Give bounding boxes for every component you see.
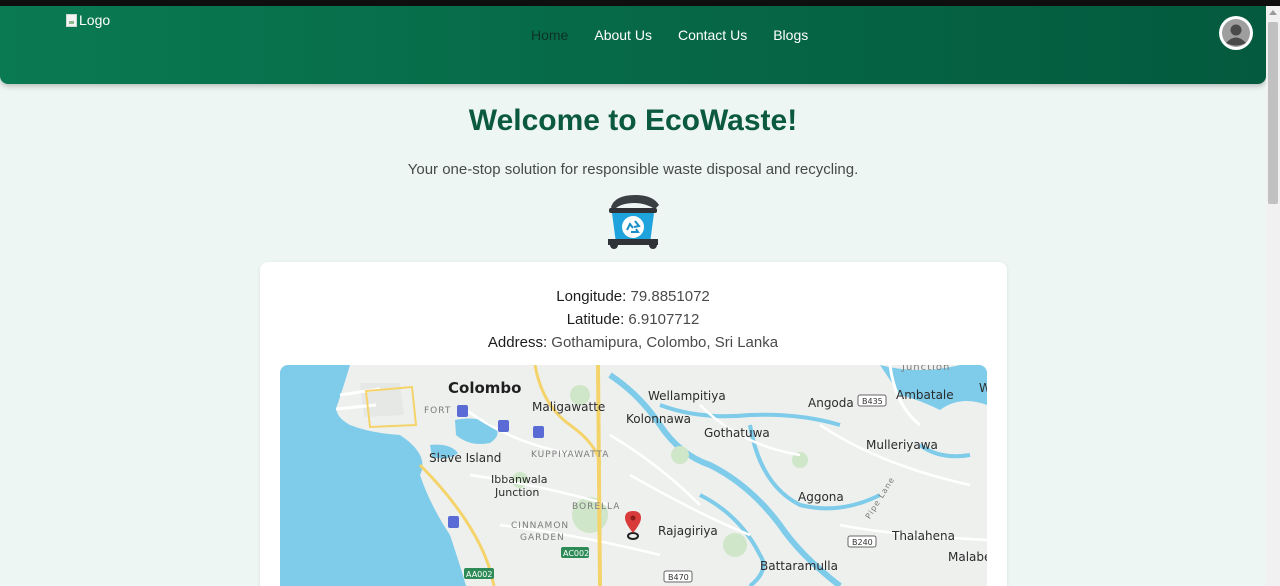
svg-text:AC002: AC002 bbox=[563, 549, 589, 558]
page-title: Welcome to EcoWaste! bbox=[468, 104, 798, 137]
map-label-fort: FORT bbox=[424, 406, 451, 416]
map-label-junction: Junction bbox=[901, 365, 950, 373]
address-value: Gothamipura, Colombo, Sri Lanka bbox=[551, 334, 779, 351]
svg-text:B470: B470 bbox=[668, 573, 689, 582]
map-label-gothatuwa: Gothatuwa bbox=[704, 426, 770, 440]
map-label-rajagiriya: Rajagiriya bbox=[658, 524, 718, 538]
road-shield-ac002: AC002 bbox=[561, 547, 589, 558]
location-map[interactable]: Colombo FORT Maligawatte Wellampitiya Ko… bbox=[280, 365, 987, 586]
svg-text:B435: B435 bbox=[862, 397, 883, 406]
road-shield-b435: B435 bbox=[857, 394, 887, 407]
longitude-row: Longitude: 79.8851072 bbox=[0, 285, 1266, 308]
map-label-aggona: Aggona bbox=[798, 490, 844, 504]
map-label-kuppiyawatta: KUPPIYAWATTA bbox=[531, 450, 609, 460]
latitude-label: Latitude: bbox=[566, 311, 625, 328]
map-label-battaramulla: Battaramulla bbox=[760, 559, 838, 573]
logo[interactable]: Logo bbox=[66, 12, 110, 28]
longitude-value: 79.8851072 bbox=[630, 288, 710, 305]
map-label-cinnamon: CINNAMON bbox=[511, 521, 569, 531]
nav-about-us[interactable]: About Us bbox=[594, 27, 652, 43]
address-row: Address: Gothamipura, Colombo, Sri Lanka bbox=[0, 331, 1266, 354]
scrollbar-thumb[interactable] bbox=[1268, 22, 1278, 204]
nav-blogs[interactable]: Blogs bbox=[773, 27, 808, 43]
map-label-garden: GARDEN bbox=[520, 533, 565, 543]
nav-contact-us[interactable]: Contact Us bbox=[678, 27, 747, 43]
road-shield-aa002: AA002 bbox=[464, 568, 494, 579]
user-avatar-icon[interactable] bbox=[1219, 16, 1253, 50]
recycle-bin-icon bbox=[608, 195, 659, 249]
longitude-label: Longitude: bbox=[556, 288, 627, 305]
navbar: Logo Home About Us Contact Us Blogs bbox=[0, 6, 1266, 84]
map-canvas[interactable]: Colombo FORT Maligawatte Wellampitiya Ko… bbox=[280, 365, 987, 586]
nav-home[interactable]: Home bbox=[531, 27, 568, 43]
main-nav: Home About Us Contact Us Blogs bbox=[531, 27, 808, 43]
logo-alt-text: Logo bbox=[79, 12, 111, 28]
road-shield-b470: B470 bbox=[663, 570, 693, 583]
svg-text:AA002: AA002 bbox=[466, 570, 492, 579]
map-label-ambatale: Ambatale bbox=[896, 388, 954, 402]
map-label-ibbanwala-junction: Junction bbox=[494, 486, 539, 499]
page-subtitle: Your one-stop solution for responsible w… bbox=[407, 161, 859, 178]
map-label-malabe: Malabe bbox=[948, 550, 987, 564]
address-label: Address: bbox=[487, 334, 548, 351]
map-label-wellampitiya: Wellampitiya bbox=[648, 389, 726, 403]
map-label-borella: BORELLA bbox=[572, 502, 620, 512]
map-label-angoda: Angoda bbox=[808, 396, 854, 410]
map-label-colombo: Colombo bbox=[448, 379, 521, 397]
map-label-slave-island: Slave Island bbox=[429, 451, 501, 465]
road-shield-b240: B240 bbox=[847, 535, 877, 548]
map-label-mulleriyawa: Mulleriyawa bbox=[866, 438, 938, 452]
svg-text:B240: B240 bbox=[852, 538, 873, 547]
map-label-edge-w: W bbox=[979, 381, 987, 395]
latitude-row: Latitude: 6.9107712 bbox=[0, 308, 1266, 331]
latitude-value: 6.9107712 bbox=[628, 311, 700, 328]
scroll-up-arrow-icon[interactable] bbox=[1269, 10, 1277, 15]
map-label-maligawatte: Maligawatte bbox=[532, 400, 605, 414]
broken-image-icon bbox=[66, 13, 77, 27]
map-label-kolonnawa: Kolonnawa bbox=[626, 412, 691, 426]
vertical-scrollbar[interactable] bbox=[1266, 6, 1280, 586]
map-label-thalahena: Thalahena bbox=[891, 529, 955, 543]
map-label-ibbanwala: Ibbanwala bbox=[491, 473, 547, 486]
location-info: Longitude: 79.8851072 Latitude: 6.910771… bbox=[0, 285, 1266, 354]
